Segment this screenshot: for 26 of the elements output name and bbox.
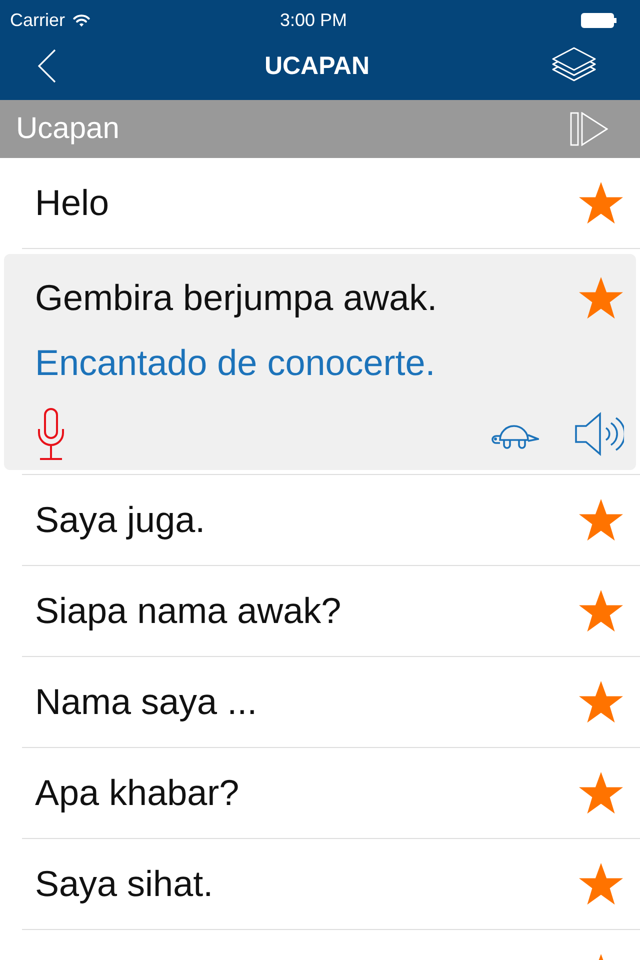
phrase-text[interactable]: Apa khabar? <box>35 772 240 814</box>
carrier-name: Carrier <box>10 10 66 30</box>
status-time: 3:00 PM <box>280 10 348 30</box>
back-icon[interactable] <box>38 49 56 83</box>
star-icon[interactable] <box>578 680 624 724</box>
phrase-text[interactable]: Saya sihat. <box>35 863 214 905</box>
battery-icon <box>581 12 617 28</box>
microphone-icon[interactable] <box>37 408 65 460</box>
section-title: Ucapan <box>16 112 120 146</box>
nav-title: UCAPAN <box>264 52 370 80</box>
star-icon[interactable] <box>578 181 624 225</box>
star-icon[interactable] <box>578 589 624 633</box>
star-icon[interactable] <box>578 276 624 320</box>
star-icon[interactable] <box>578 862 624 906</box>
star-icon[interactable] <box>578 498 624 542</box>
phrase-text[interactable]: Siapa nama awak? <box>35 590 342 632</box>
play-icon[interactable] <box>570 112 608 146</box>
star-icon[interactable] <box>578 771 624 815</box>
phrase-text[interactable]: Saya juga. <box>35 499 206 541</box>
translation-text: Encantado de conocerte. <box>35 342 436 384</box>
phrase-card[interactable]: Gembira berjumpa awak. Encantado de conocerte. <box>4 254 636 470</box>
phrase-text: Gembira berjumpa awak. <box>35 277 438 319</box>
phrase-text[interactable]: Helo <box>35 182 110 224</box>
phrase-text[interactable]: Nama saya ... <box>35 681 258 723</box>
speaker-icon[interactable] <box>575 412 624 456</box>
wifi-icon <box>73 14 90 26</box>
